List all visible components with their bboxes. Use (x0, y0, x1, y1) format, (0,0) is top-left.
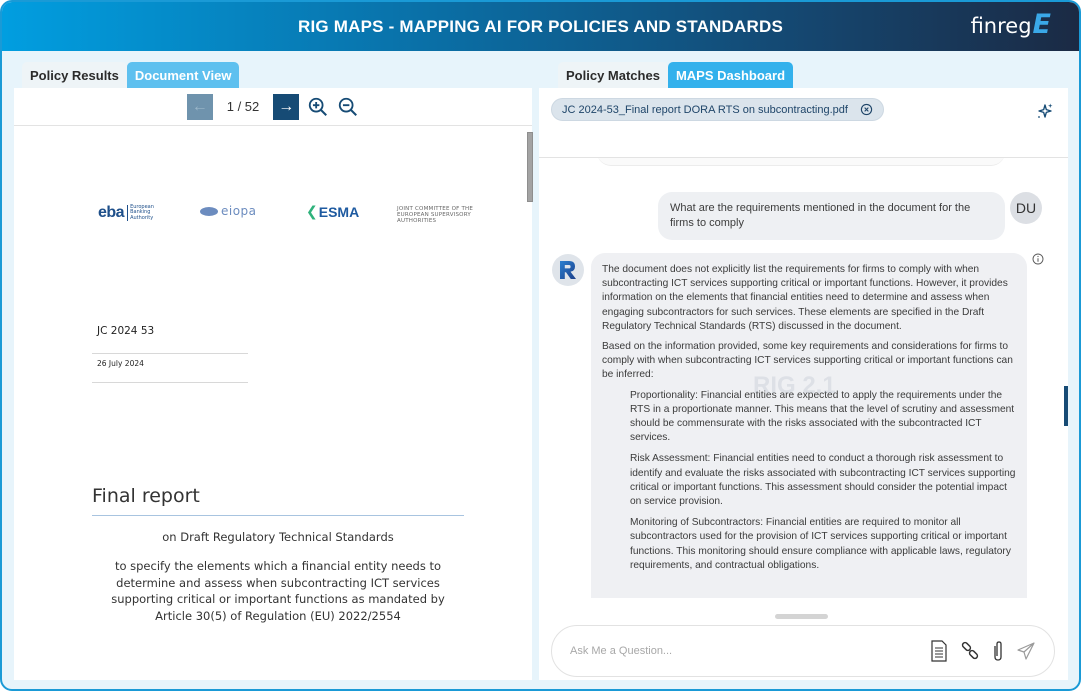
bot-list-item: Proportionality: Financial entities are … (630, 389, 1015, 444)
eiopa-logo: eiopa (200, 204, 257, 218)
send-icon[interactable] (1016, 641, 1036, 661)
eiopa-word: eiopa (221, 204, 257, 218)
file-chip-label: JC 2024-53_Final report DORA RTS on subc… (562, 103, 848, 116)
question-input[interactable] (570, 645, 930, 657)
eba-text: European Banking Authority (127, 204, 161, 222)
app-window: RIG MAPS - MAPPING AI FOR POLICIES AND S… (0, 0, 1081, 691)
zoom-out-icon[interactable] (337, 96, 359, 118)
left-tabs: Policy Results Document View (22, 62, 240, 88)
jc-text: JOINT COMMITTEE OF THE EUROPEAN SUPERVIS… (397, 206, 474, 224)
app-title: RIG MAPS - MAPPING AI FOR POLICIES AND S… (298, 16, 783, 36)
user-message: What are the requirements mentioned in t… (658, 192, 1005, 240)
document-viewer: ← 1 / 52 → eba European Banking Authorit… (14, 88, 533, 680)
document-title: Final report (92, 485, 200, 507)
remove-file-icon[interactable] (860, 103, 873, 116)
zoom-in-icon[interactable] (307, 96, 329, 118)
tab-document-view[interactable]: Document View (126, 62, 240, 88)
bot-avatar (552, 254, 584, 286)
file-chip: JC 2024-53_Final report DORA RTS on subc… (551, 98, 884, 121)
chat-messages: What are the requirements mentioned in t… (539, 158, 1068, 618)
link-icon[interactable] (960, 641, 980, 661)
paperclip-icon[interactable] (992, 640, 1004, 662)
document-date: 26 July 2024 (97, 359, 144, 368)
pager-toolbar: ← 1 / 52 → (14, 88, 532, 126)
right-tabs: Policy Matches MAPS Dashboard (558, 62, 794, 88)
document-description: to specify the elements which a financia… (111, 559, 445, 623)
question-box (551, 625, 1055, 677)
horizontal-scrollbar[interactable] (775, 614, 828, 619)
eba-mark: eba (98, 204, 125, 221)
arrow-right-icon: → (278, 97, 295, 115)
next-page-button[interactable]: → (273, 93, 300, 120)
esma-word: ESMA (318, 204, 360, 220)
authority-logos: eba European Banking Authority eiopa ❮ E… (98, 204, 498, 226)
page-indicator: 1 / 52 (226, 99, 260, 114)
sparkle-icon[interactable] (1036, 102, 1054, 120)
prev-page-button[interactable]: ← (186, 93, 213, 120)
divider (92, 353, 248, 354)
tab-label: Policy Matches (566, 67, 660, 83)
tab-label: Policy Results (30, 67, 119, 83)
chat-scrollbar[interactable] (1064, 386, 1068, 426)
tab-label: MAPS Dashboard (675, 67, 786, 83)
divider (92, 382, 248, 383)
document-icon[interactable] (930, 640, 948, 662)
bot-message: The document does not explicitly list th… (591, 253, 1027, 598)
document-reference: JC 2024 53 (97, 325, 155, 337)
tab-policy-matches[interactable]: Policy Matches (558, 62, 668, 88)
brand-text: finreg (970, 14, 1032, 38)
chat-panel: JC 2024-53_Final report DORA RTS on subc… (539, 88, 1068, 680)
bot-paragraph: The document does not explicitly list th… (602, 264, 1008, 332)
esma-chevron-icon: ❮ (306, 204, 318, 220)
brand-mark: E (1032, 9, 1051, 40)
document-page: eba European Banking Authority eiopa ❮ E… (14, 126, 524, 680)
rig-logo-icon (560, 261, 576, 279)
esma-logo: ❮ ESMA (306, 204, 359, 220)
user-avatar: DU (1010, 192, 1042, 224)
bot-list-item: Monitoring of Subcontractors: Financial … (630, 517, 1011, 571)
document-subtitle: on Draft Regulatory Technical Standards (162, 530, 394, 544)
tab-policy-results[interactable]: Policy Results (22, 62, 127, 88)
title-divider (92, 515, 464, 516)
bot-paragraph: Based on the information provided, some … (602, 341, 1013, 381)
previous-message (597, 158, 1005, 166)
tab-label: Document View (134, 67, 232, 83)
info-icon[interactable] (1032, 253, 1044, 265)
app-header: RIG MAPS - MAPPING AI FOR POLICIES AND S… (2, 2, 1079, 51)
bot-list-item: Risk Assessment: Financial entities need… (630, 453, 1016, 508)
input-actions (930, 640, 1036, 662)
eiopa-emblem (200, 206, 218, 216)
document-scrollbar[interactable] (527, 132, 533, 202)
arrow-left-icon: ← (191, 97, 208, 115)
joint-committee-logo: JOINT COMMITTEE OF THE EUROPEAN SUPERVIS… (397, 206, 477, 224)
tab-maps-dashboard[interactable]: MAPS Dashboard (667, 62, 794, 88)
eba-logo: eba European Banking Authority (98, 204, 161, 222)
finrege-logo: finreg E (970, 9, 1051, 40)
